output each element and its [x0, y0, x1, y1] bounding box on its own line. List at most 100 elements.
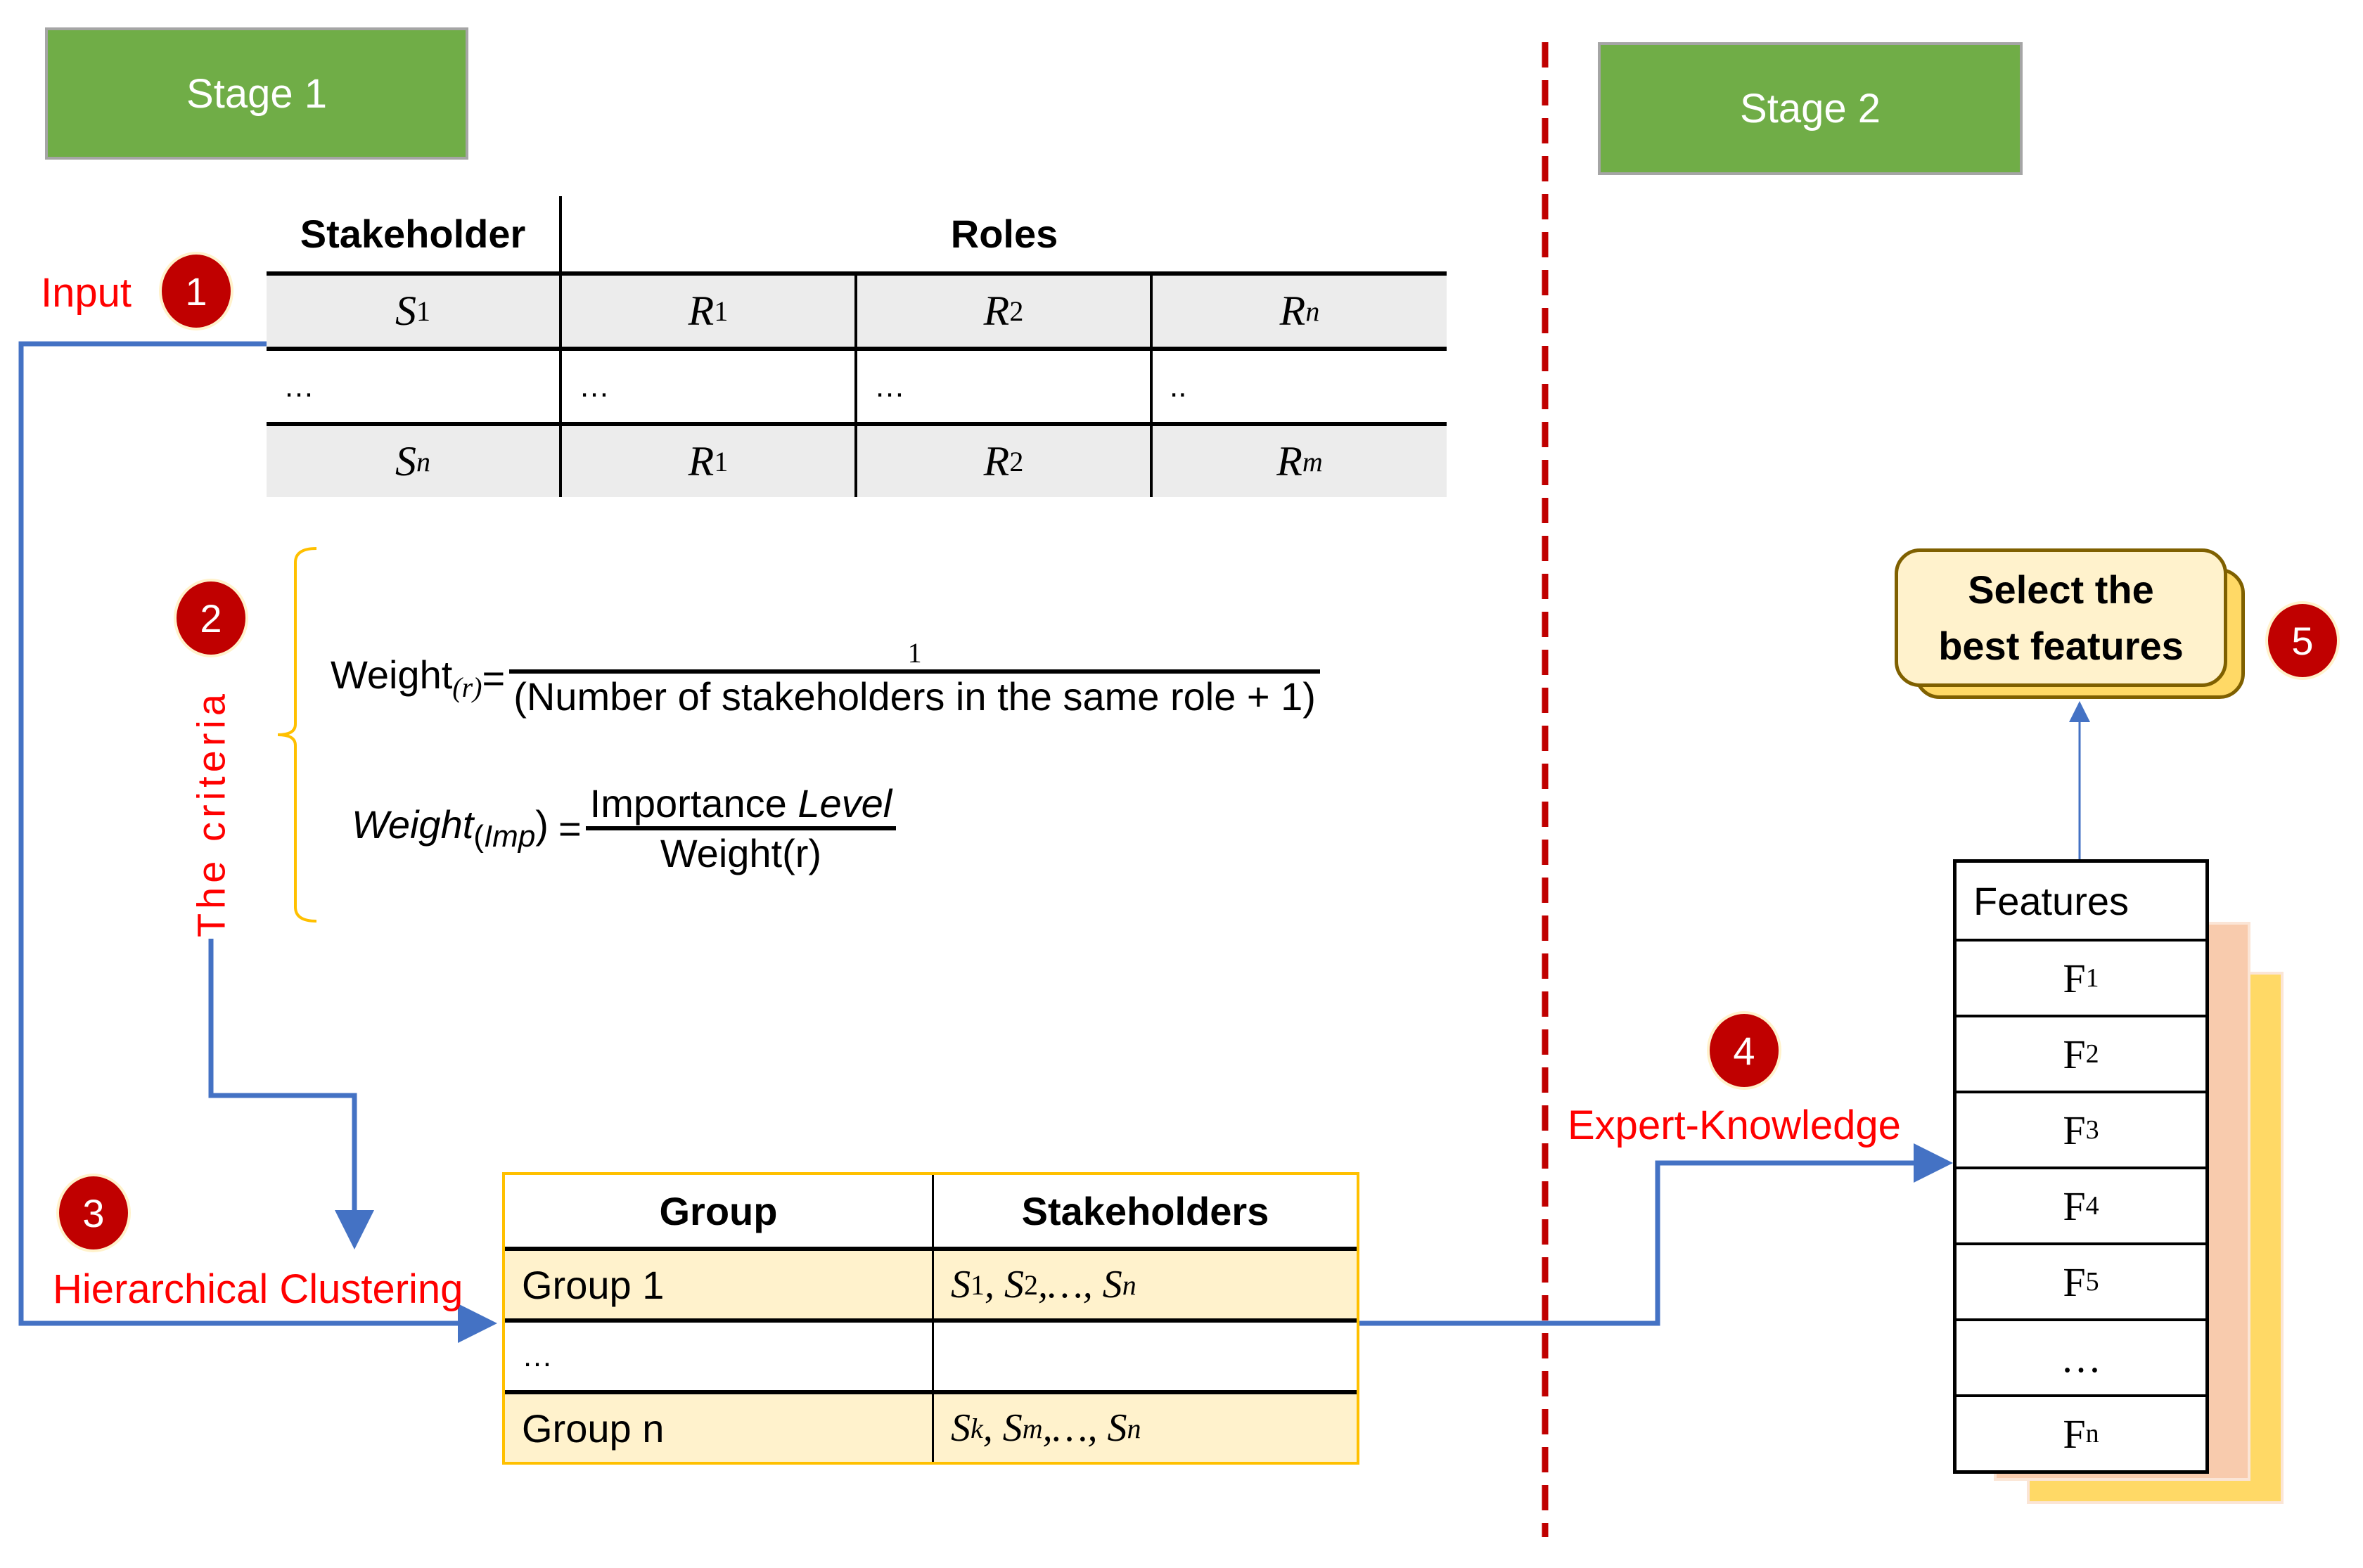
role-cell: R1 [562, 276, 857, 347]
cell-base: S [1002, 1406, 1023, 1450]
role-cell: Rm [1153, 426, 1447, 497]
formula-equals: = [558, 806, 582, 851]
numerator-text: Importance [589, 781, 787, 825]
cell-base: … [1052, 1406, 1088, 1450]
criteria-bracket [277, 547, 317, 923]
cell-base: S [1107, 1406, 1127, 1450]
formula-fraction: Importance Level Weight(r) [585, 780, 897, 876]
formula-lhs: Weight(Imp) [352, 802, 549, 854]
feature-base: F [2063, 1183, 2086, 1229]
paren: ( [473, 819, 484, 854]
feature-base: F [2063, 1031, 2086, 1077]
formula-denominator: Weight(r) [660, 831, 822, 875]
cell-sub: 1 [714, 295, 729, 327]
cell-sub: n [416, 446, 430, 477]
cell-base: R [983, 438, 1010, 484]
cell-sub: 1 [416, 295, 430, 327]
header-group: Group [505, 1175, 934, 1247]
feature-sub: 1 [2085, 963, 2099, 993]
weight-imp-formula: Weight(Imp) = Importance Level Weight(r) [352, 780, 897, 876]
paren: ) [535, 802, 549, 847]
step-4-label: Expert-Knowledge [1568, 1103, 1901, 1148]
stakeholder-roles-table: Stakeholder Roles S1 R1 R2 Rn … … … .. S… [267, 196, 1447, 497]
select-box-line-2: best features [1938, 623, 2184, 668]
formula-lhs-sub: Imp [483, 819, 536, 854]
header-stakeholders: Stakeholders [1021, 1188, 1269, 1233]
groups-to-features-arrow [1359, 1143, 1953, 1326]
header-stakeholder: Stakeholder [267, 196, 562, 271]
group-stakeholders: Sk, Sm,…, Sn [951, 1406, 1141, 1450]
feature-sub: 4 [2085, 1191, 2099, 1221]
step-5-badge: 5 [2265, 601, 2340, 680]
weight-r-formula: Weight(r) = 1 (Number of stakeholders in… [331, 636, 1320, 719]
formula-numerator: Importance Level [586, 780, 897, 826]
header-roles: Roles [950, 212, 1058, 256]
formula-lhs: Weight(r) [331, 652, 482, 704]
cell-sub: 1 [971, 1268, 985, 1301]
feature-base: F [2063, 1410, 2086, 1457]
cell-base: S [951, 1406, 971, 1450]
role-cell: … [857, 351, 1153, 422]
cell-base: R [1279, 288, 1306, 334]
cell-base: S [1102, 1263, 1122, 1306]
table-row: Group n Sk, Sm,…, Sn [505, 1390, 1357, 1462]
feature-base: F [2063, 1107, 2086, 1153]
feature-row: F5 [1957, 1242, 2205, 1318]
role-cell: R2 [857, 426, 1153, 497]
formula-lhs-text: Weight [331, 652, 453, 697]
cell-sub: n [1305, 295, 1320, 327]
role-cell: Rn [1153, 276, 1447, 347]
step-3-label: Hierarchical Clustering [53, 1266, 463, 1312]
cell-base: … [1048, 1263, 1083, 1306]
stakeholder-cell: … [267, 351, 562, 422]
cell-sub: m [1022, 1412, 1043, 1444]
select-best-features-box: Select the best features [1895, 548, 2227, 687]
cell-base: S [1004, 1263, 1024, 1306]
feature-sub: 3 [2085, 1115, 2099, 1145]
stakeholder-cell: S1 [267, 276, 562, 347]
cell-base: R [688, 438, 715, 484]
formula-fraction: 1 (Number of stakeholders in the same ro… [509, 636, 1320, 719]
criteria-to-clustering-arrow [208, 939, 374, 1249]
roles-table-header: Stakeholder Roles [267, 196, 1447, 271]
feature-sub: n [2085, 1419, 2099, 1448]
group-table: Group Stakeholders Group 1 S1, S 2,…, Sn … [502, 1172, 1359, 1465]
stage-2-header: Stage 2 [1598, 42, 2023, 175]
role-cell: … [562, 351, 857, 422]
feature-row: F3 [1957, 1091, 2205, 1167]
cell-sub: 2 [1024, 1268, 1038, 1301]
step-2-badge: 2 [174, 579, 248, 657]
table-row: Group 1 S1, S 2,…, Sn [505, 1247, 1357, 1318]
cell-sub: n [1122, 1268, 1136, 1301]
cell-sub: k [971, 1412, 983, 1444]
feature-row: F4 [1957, 1167, 2205, 1242]
features-header: Features [1973, 878, 2129, 923]
group-name: Group n [505, 1394, 934, 1462]
cell-sub: m [1302, 446, 1323, 477]
feature-row: Fn [1957, 1394, 2205, 1470]
cell-sub: n [1127, 1412, 1141, 1444]
step-1-badge: 1 [159, 252, 233, 330]
formula-numerator: 1 [907, 637, 922, 669]
feature-base: F [2063, 1259, 2086, 1305]
group-name: … [505, 1323, 934, 1390]
cell-base: R [983, 288, 1010, 334]
cell-base: S [395, 288, 416, 334]
step-2-label: The criteria [188, 689, 233, 938]
step-1-label: Input [41, 270, 132, 316]
formula-denominator: (Number of stakeholders in the same role… [513, 674, 1316, 719]
select-box-line-1: Select the [1968, 567, 2154, 612]
group-name: Group 1 [505, 1251, 934, 1318]
table-row: … [505, 1318, 1357, 1390]
cell-base: R [688, 288, 715, 334]
cell-sub: 2 [1009, 446, 1024, 477]
step-3-badge: 3 [56, 1174, 131, 1252]
group-table-header: Group Stakeholders [505, 1175, 1357, 1247]
stage-2-label: Stage 2 [1740, 86, 1881, 131]
feature-sub: 5 [2085, 1267, 2099, 1297]
role-cell: .. [1170, 368, 1187, 404]
formula-lhs-text: Weight [352, 802, 474, 847]
table-row: Sn R1 R2 Rm [267, 426, 1447, 497]
cell-sub: 2 [1009, 295, 1024, 327]
feature-row: F2 [1957, 1015, 2205, 1091]
